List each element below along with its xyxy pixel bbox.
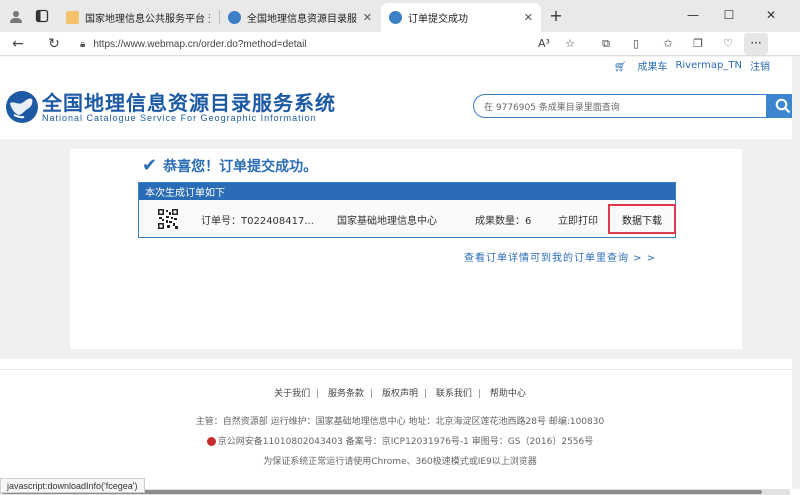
search-icon xyxy=(775,98,791,114)
vertical-scrollbar[interactable] xyxy=(792,57,800,489)
tab-label: 全国地理信息资源目录服务系统 xyxy=(247,13,357,25)
back-button[interactable]: ← xyxy=(8,34,28,54)
print-button[interactable]: 立即打印 xyxy=(558,212,598,227)
extensions-icon[interactable]: ⧉ xyxy=(596,34,616,54)
folder-icon xyxy=(66,10,79,24)
police-badge-icon xyxy=(206,437,216,446)
more-menu-button[interactable]: ··· xyxy=(744,33,768,55)
window-close-button[interactable]: ✕ xyxy=(756,4,786,26)
order-panel-title: 本次生成订单如下 xyxy=(139,183,675,200)
logo-title: 全国地理信息资源目录服务系统 xyxy=(42,91,336,115)
tab-label: 国家地理信息公共服务平台 天地图 xyxy=(85,13,210,25)
minimize-button[interactable]: — xyxy=(678,4,708,26)
globe-favicon-icon xyxy=(228,10,241,24)
site-logo[interactable]: 全国地理信息资源目录服务系统 National Catalogue Servic… xyxy=(4,85,344,131)
order-card: ✔ 恭喜您！订单提交成功。 本次生成订单如下 订单号：T022408417...… xyxy=(70,149,742,349)
footer: 关于我们 | 服务条款 | 版权声明 | 联系我们 | 帮助中心 主管：自然资源部 运行… xyxy=(0,369,800,495)
globe-favicon-icon xyxy=(389,11,402,24)
maximize-button[interactable]: ☐ xyxy=(714,4,744,26)
close-icon[interactable]: ✕ xyxy=(524,11,533,24)
data-download-button[interactable]: 数据下载 xyxy=(608,204,676,234)
browser-essentials-icon[interactable]: ♡ xyxy=(718,34,738,54)
footer-link-contact[interactable]: 联系我们 xyxy=(436,389,472,399)
view-order-link[interactable]: 查看订单详情可到我的订单里查询 > > xyxy=(464,249,656,264)
cart-icon: 🛒︎ xyxy=(613,61,627,73)
tab-order-success[interactable]: 订单提交成功 ✕ xyxy=(381,3,541,32)
check-icon: ✔ xyxy=(142,155,158,176)
footer-info: 主管：自然资源部 运行维护：国家基础地理信息中心 地址：北京海淀区莲花池西路28… xyxy=(195,417,605,427)
success-message: ✔ 恭喜您！订单提交成功。 xyxy=(142,155,318,176)
footer-link-terms[interactable]: 服务条款 xyxy=(328,389,364,399)
address-bar[interactable]: 🔒︎ https://www.webmap.cn/order.do?method… xyxy=(80,34,590,54)
tab-label: 订单提交成功 xyxy=(408,14,468,25)
main-area: ✔ 恭喜您！订单提交成功。 本次生成订单如下 订单号：T022408417...… xyxy=(0,139,800,359)
cart-link[interactable]: 🛒︎ 成果车 xyxy=(606,58,668,73)
page-content: 🛒︎ 成果车 Rivermap_TN 注销 全国地理信息资源目录服务系统 Nati… xyxy=(0,57,800,495)
footer-link-help[interactable]: 帮助中心 xyxy=(490,389,526,399)
logo-subtitle: National Catalogue Service For Geographi… xyxy=(42,113,317,123)
order-number: 订单号：T022408417... xyxy=(201,216,314,227)
new-tab-button[interactable]: + xyxy=(546,6,566,26)
search-input[interactable]: 在 9776905 条成果目录里面查询 xyxy=(473,94,767,118)
status-bar: javascript:downloadInfo('fcegea') xyxy=(0,478,145,493)
profile-icon[interactable] xyxy=(6,6,26,26)
read-aloud-button[interactable]: A³ xyxy=(534,34,554,54)
footer-browser-note: 为保证系统正常运行请使用Chrome、360极速模式或IE9以上浏览器 xyxy=(263,457,537,467)
split-screen-icon[interactable]: ▯ xyxy=(626,34,646,54)
tab-catalogue[interactable]: 全国地理信息资源目录服务系统 ✕ xyxy=(220,4,380,30)
refresh-button[interactable]: ↻ xyxy=(44,34,64,54)
footer-links: 关于我们 | 服务条款 | 版权声明 | 联系我们 | 帮助中心 xyxy=(274,389,526,399)
close-icon[interactable]: ✕ xyxy=(363,11,372,24)
globe-logo-icon xyxy=(6,91,38,123)
result-quantity: 成果数量：6 xyxy=(475,216,532,227)
provider-name: 国家基础地理信息中心 xyxy=(337,216,437,227)
order-row: 订单号：T022408417... 国家基础地理信息中心 成果数量：6 立即打印… xyxy=(139,200,676,237)
qr-code-icon[interactable] xyxy=(157,208,179,230)
url-text: https://www.webmap.cn/order.do?method=de… xyxy=(93,38,307,50)
footer-link-about[interactable]: 关于我们 xyxy=(274,389,310,399)
footer-link-copyright[interactable]: 版权声明 xyxy=(382,389,418,399)
browser-toolbar: ← ↻ 🔒︎ https://www.webmap.cn/order.do?me… xyxy=(0,32,800,56)
tab-tianditu[interactable]: 国家地理信息公共服务平台 天地图 xyxy=(58,4,218,30)
favorites-icon[interactable]: ✩ xyxy=(658,34,678,54)
user-links: 🛒︎ 成果车 Rivermap_TN 注销 xyxy=(598,57,770,73)
favorite-star-icon[interactable]: ☆ xyxy=(560,34,580,54)
collections-icon[interactable]: ❐ xyxy=(688,34,708,54)
order-panel: 本次生成订单如下 订单号：T022408417... 国家基础地理信息中心 成果… xyxy=(138,182,676,238)
logout-link[interactable]: 注销 xyxy=(750,58,770,73)
footer-record: 京公网安备11010802043403 备案号：京ICP12031976号-1 … xyxy=(0,434,800,447)
workspaces-icon[interactable] xyxy=(32,6,52,26)
lock-icon: 🔒︎ xyxy=(80,38,86,50)
username-link[interactable]: Rivermap_TN xyxy=(675,60,742,71)
tab-bar: 国家地理信息公共服务平台 天地图 全国地理信息资源目录服务系统 ✕ 订单提交成功… xyxy=(0,0,800,32)
